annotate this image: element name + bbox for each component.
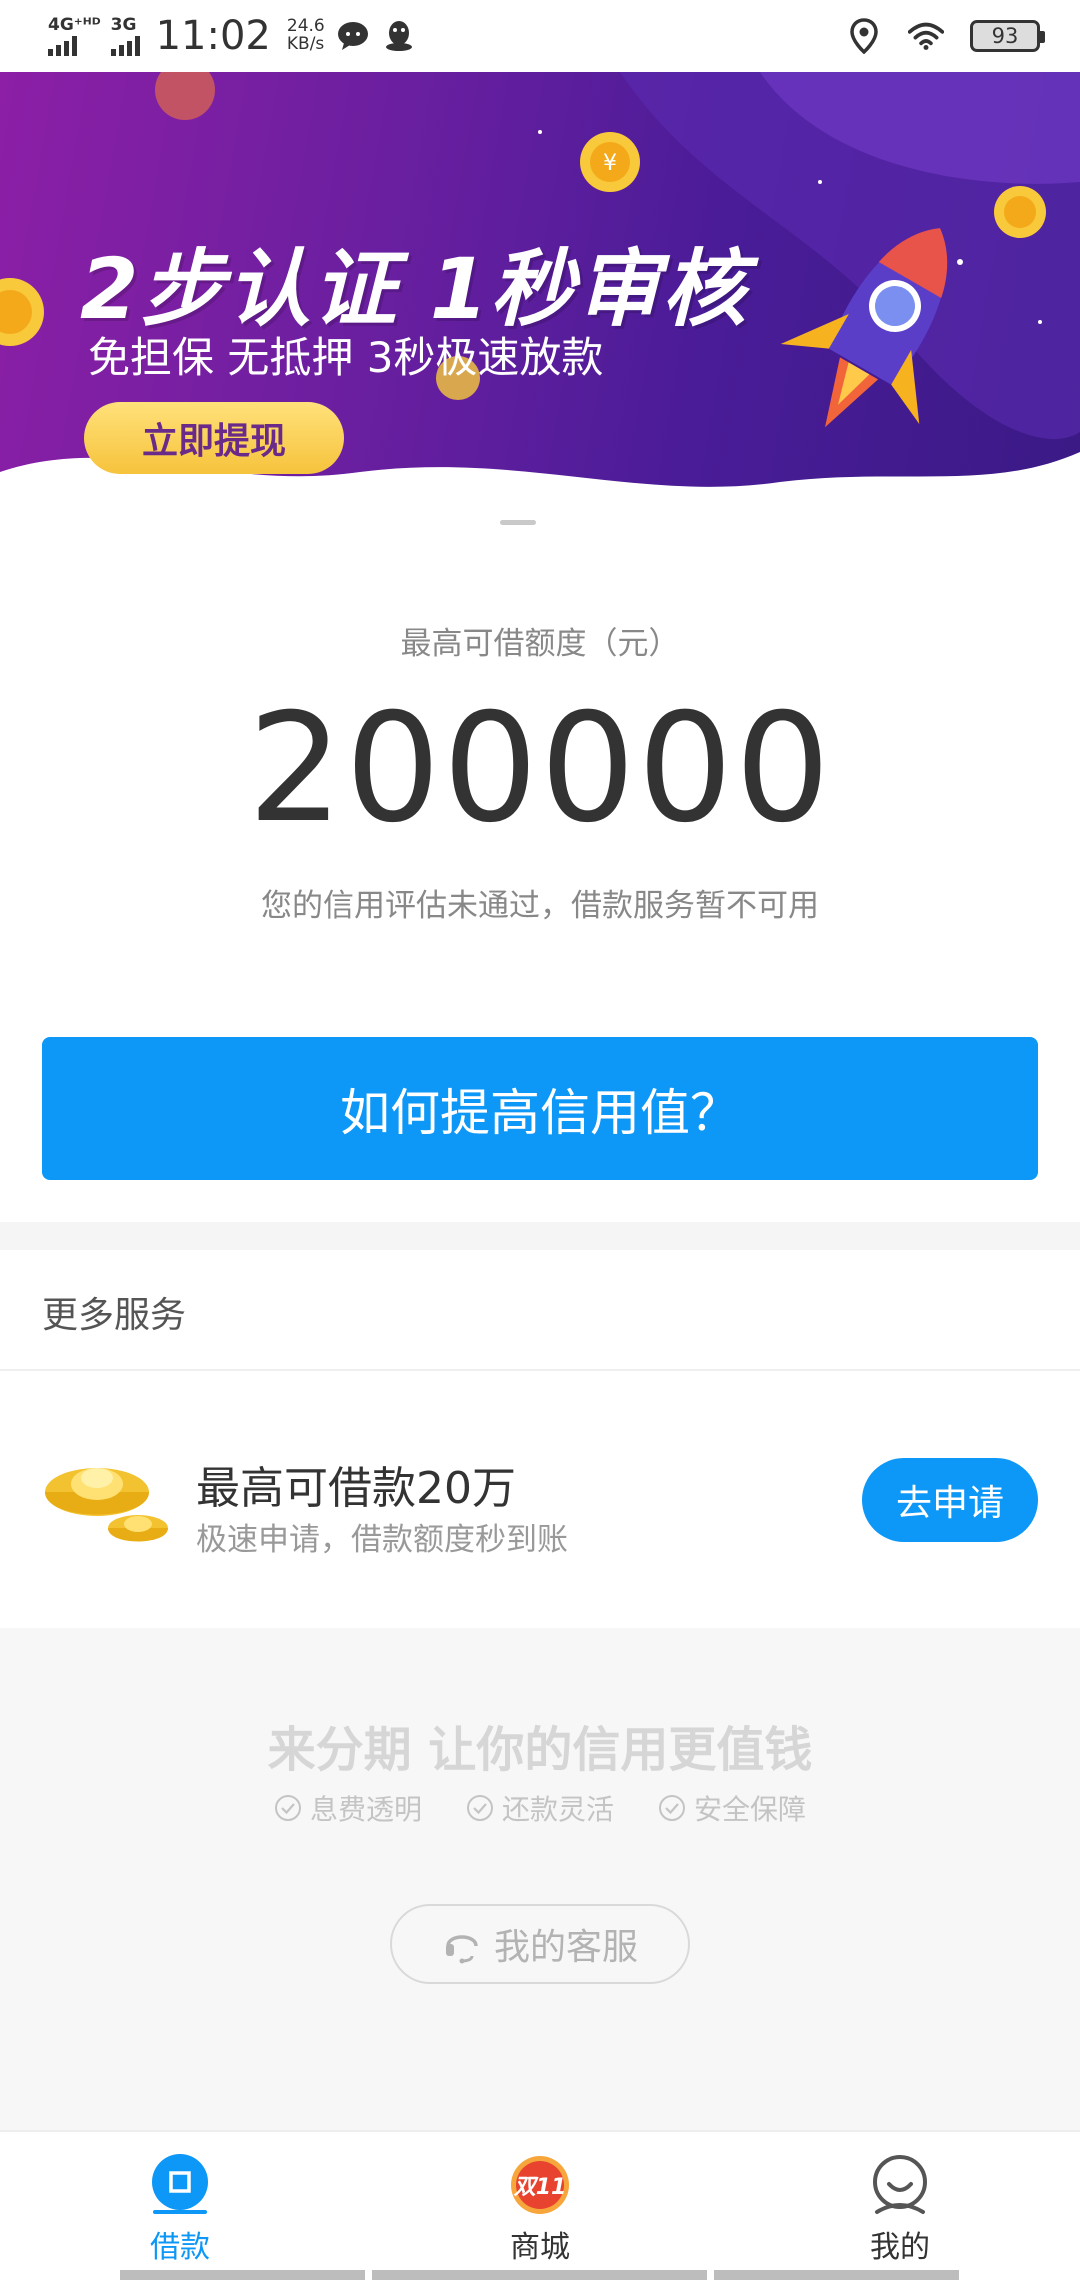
feature-item: 息费透明	[274, 1788, 422, 1828]
carousel-dot[interactable]	[544, 520, 580, 525]
service-item-loan[interactable]: 最高可借款20万 极速申请，借款额度秒到账 去申请	[0, 1372, 1080, 1628]
customer-service-button[interactable]: 我的客服	[390, 1904, 690, 1984]
feature-label: 还款灵活	[501, 1793, 614, 1826]
network-speed: 24.6 KB/s	[286, 17, 325, 54]
status-left: 4G⁺ᴴᴰ 3G 11:02 24.6 KB/s	[48, 13, 846, 59]
feature-item: 还款灵活	[466, 1788, 614, 1828]
wechat-icon	[335, 18, 371, 54]
speed-unit: KB/s	[286, 34, 325, 54]
signal-bars-icon	[110, 35, 140, 56]
improve-credit-button[interactable]: 如何提高信用值？	[42, 1037, 1038, 1180]
qq-icon	[381, 18, 417, 54]
promo-banner[interactable]: ¥ 2步认证 1秒审核 免担保 无抵押 3秒极速放款 立即提现	[0, 72, 1080, 542]
clock: 11:02	[155, 13, 271, 59]
wifi-icon	[908, 18, 944, 54]
check-circle-icon	[659, 1795, 685, 1821]
feature-label: 安全保障	[694, 1793, 807, 1826]
coin-icon: ¥	[580, 132, 640, 192]
location-icon	[846, 18, 882, 54]
signal-4g: 4G⁺ᴴᴰ	[48, 14, 101, 56]
service-description: 极速申请，借款额度秒到账	[196, 1522, 568, 1558]
tab-label: 商城	[510, 2230, 570, 2265]
svg-text:¥: ¥	[603, 151, 617, 176]
banner-subtitle: 免担保 无抵押 3秒极速放款	[88, 333, 604, 382]
service-title: 最高可借款20万	[196, 1463, 516, 1514]
credit-status-note: 您的信用评估未通过，借款服务暂不可用	[261, 888, 819, 924]
apply-button[interactable]: 去申请	[862, 1458, 1038, 1542]
nav-gesture-bar[interactable]	[120, 2270, 365, 2280]
nav-gesture-bar[interactable]	[714, 2270, 959, 2280]
headset-icon	[445, 1935, 478, 1964]
credit-limit-label: 最高可借额度（元）	[400, 626, 680, 662]
tab-loan[interactable]: 借款	[0, 2132, 360, 2280]
signal-bars-icon	[48, 35, 77, 56]
customer-service-label: 我的客服	[493, 1927, 638, 1968]
tab-label: 我的	[870, 2230, 930, 2265]
tab-mall[interactable]: 双11 商城	[360, 2132, 720, 2280]
network-type-2: 3G	[110, 14, 137, 35]
check-circle-icon	[466, 1795, 493, 1821]
more-services-title: 更多服务	[42, 1295, 187, 1336]
gold-ingot-icon	[45, 1468, 168, 1542]
nav-gesture-bar[interactable]	[372, 2270, 707, 2280]
feature-item: 安全保障	[658, 1788, 806, 1828]
network-type-1: 4G⁺ᴴᴰ	[48, 14, 101, 35]
carousel-indicator[interactable]	[500, 520, 580, 525]
section-divider	[0, 1222, 1080, 1250]
double11-badge: 双11	[513, 2175, 567, 2200]
credit-limit-amount: 200000	[247, 682, 833, 856]
double11-icon: 双11	[511, 2156, 569, 2214]
signal-3g: 3G	[110, 14, 140, 56]
battery-indicator: 93	[970, 20, 1045, 52]
status-bar: 4G⁺ᴴᴰ 3G 11:02 24.6 KB/s 93	[0, 0, 1080, 72]
status-right: 93	[846, 18, 1045, 54]
tab-label: 借款	[150, 2230, 210, 2265]
battery-level: 93	[991, 24, 1019, 48]
bottom-tab-bar: 借款 双11 商城 我的	[0, 2130, 1080, 2280]
slogan: 来分期 让你的信用更值钱	[267, 1722, 813, 1778]
tab-profile[interactable]: 我的	[720, 2132, 1080, 2280]
feature-list: 息费透明 还款灵活 安全保障	[0, 1788, 1080, 1828]
profile-icon	[873, 2155, 927, 2214]
divider	[0, 1369, 1080, 1371]
footer-promo: 来分期 让你的信用更值钱 息费透明 还款灵活 安全保障 我的客服	[0, 1628, 1080, 2130]
withdraw-now-button[interactable]: 立即提现	[84, 402, 344, 474]
check-circle-icon	[274, 1795, 301, 1821]
loan-icon	[152, 2154, 208, 2214]
carousel-dot[interactable]	[500, 520, 536, 525]
feature-label: 息费透明	[309, 1793, 422, 1826]
